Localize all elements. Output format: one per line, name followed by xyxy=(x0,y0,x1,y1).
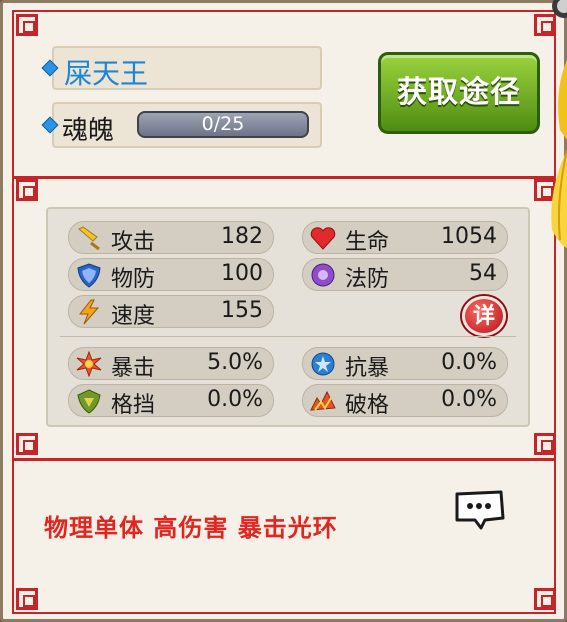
stat-label: 物防 xyxy=(111,267,156,292)
stat-value: 1054 xyxy=(441,224,497,249)
soul-progress-bar: 0/25 xyxy=(137,111,309,138)
magic-orb-icon xyxy=(311,263,335,287)
stat-label: 暴击 xyxy=(111,356,156,381)
stat-hp: 生命 1054 xyxy=(302,221,508,255)
guard-icon xyxy=(77,389,101,414)
stats-separator xyxy=(60,336,516,337)
stat-phys-def: 物防 100 xyxy=(68,258,274,292)
stat-label: 破格 xyxy=(345,393,390,418)
shield-icon xyxy=(77,263,101,288)
stat-crit: 暴击 5.0% xyxy=(68,347,274,381)
stat-value: 5.0% xyxy=(207,350,263,375)
frame-divider-top xyxy=(12,176,556,179)
sword-icon xyxy=(78,226,100,251)
stat-label: 法防 xyxy=(345,267,390,292)
stat-label: 攻击 xyxy=(111,230,156,255)
tassel-decoration xyxy=(551,0,567,248)
heart-icon xyxy=(310,227,336,250)
corner-ornament xyxy=(534,588,556,610)
corner-ornament xyxy=(16,14,38,36)
soul-progress-text: 0/25 xyxy=(201,113,245,135)
chat-bubble-button[interactable] xyxy=(451,488,507,530)
corner-ornament xyxy=(534,433,556,455)
stat-label: 生命 xyxy=(345,230,390,255)
stat-value: 0.0% xyxy=(441,387,497,412)
corner-ornament xyxy=(16,179,38,201)
burst-icon xyxy=(76,351,102,377)
hero-description: 物理单体 高伤害 暴击光环 xyxy=(44,513,338,542)
stat-magic-def: 法防 54 xyxy=(302,258,508,292)
lightning-icon xyxy=(78,299,100,325)
corner-ornament xyxy=(16,588,38,610)
frame-divider-bottom xyxy=(12,458,556,461)
stat-speed: 速度 155 xyxy=(68,295,274,329)
stat-value: 54 xyxy=(469,261,497,286)
stat-label: 格挡 xyxy=(111,393,156,418)
stat-block-break: 破格 0.0% xyxy=(302,384,508,418)
stat-value: 0.0% xyxy=(207,387,263,412)
stat-crit-resist: 抗暴 0.0% xyxy=(302,347,508,381)
corner-ornament xyxy=(16,433,38,455)
acquire-route-button[interactable]: 获取途径 xyxy=(378,52,540,134)
stat-label: 抗暴 xyxy=(345,356,390,381)
soul-label: 魂魄 xyxy=(62,116,115,146)
stat-label: 速度 xyxy=(111,304,156,329)
stat-detail-button[interactable]: 详 xyxy=(462,296,506,336)
stat-value: 0.0% xyxy=(441,350,497,375)
stat-value: 155 xyxy=(221,298,263,323)
break-icon xyxy=(310,390,336,411)
stat-value: 182 xyxy=(221,224,263,249)
hero-name: 屎天王 xyxy=(64,57,149,90)
stat-attack: 攻击 182 xyxy=(68,221,274,255)
star-shield-icon xyxy=(311,352,335,376)
stat-value: 100 xyxy=(221,261,263,286)
stat-block: 格挡 0.0% xyxy=(68,384,274,418)
